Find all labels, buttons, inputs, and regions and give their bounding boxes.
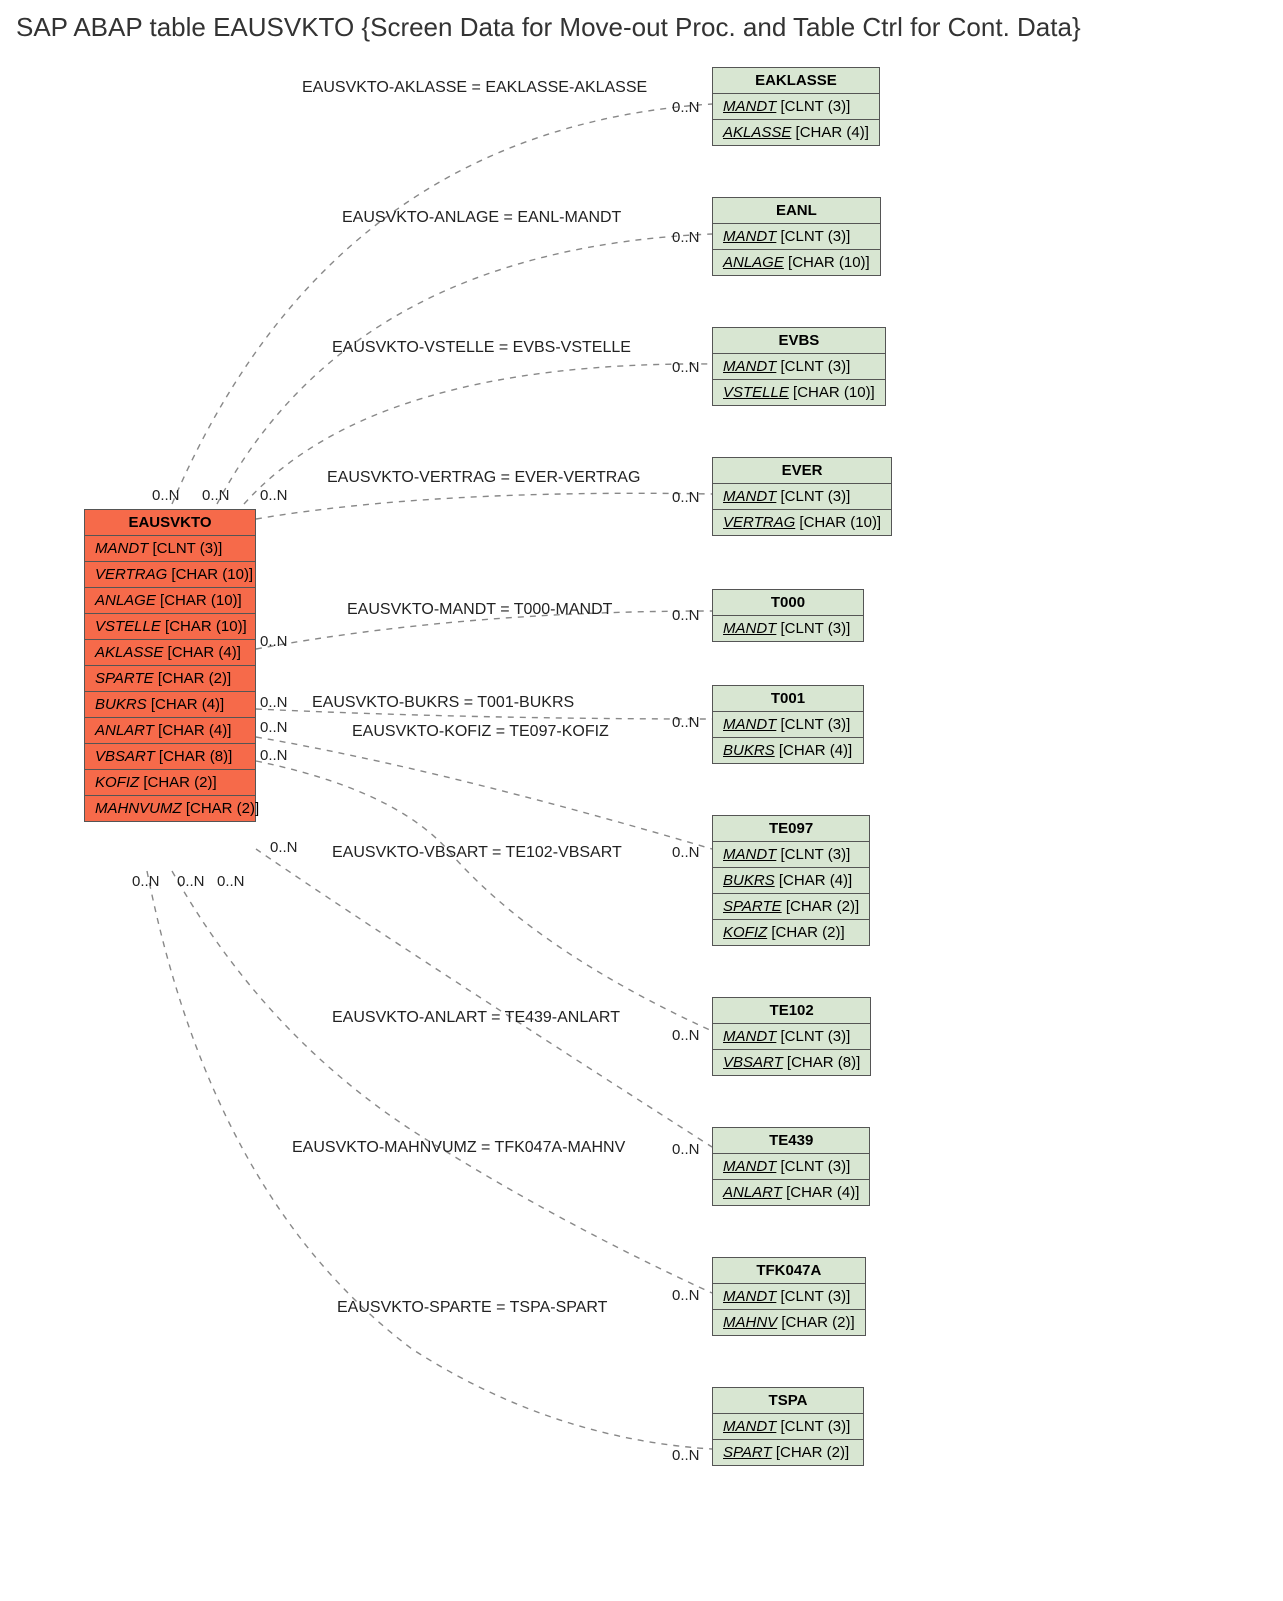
field-row: MANDT [CLNT (3)] [713,1154,869,1180]
cardinality-label: 0..N [217,873,245,890]
cardinality-label: 0..N [260,487,288,504]
join-condition-label: EAUSVKTO-SPARTE = TSPA-SPART [337,1299,607,1317]
table-title: TFK047A [713,1258,865,1284]
field-row: MANDT [CLNT (3)] [713,1414,863,1440]
table-title: EAKLASSE [713,68,879,94]
cardinality-label: 0..N [260,719,288,736]
cardinality-label: 0..N [672,714,700,731]
cardinality-label: 0..N [132,873,160,890]
field-row: MAHNVUMZ [CHAR (2)] [85,796,255,821]
field-row: KOFIZ [CHAR (2)] [85,770,255,796]
table-t001: T001MANDT [CLNT (3)]BUKRS [CHAR (4)] [712,685,864,764]
table-eaklasse: EAKLASSEMANDT [CLNT (3)]AKLASSE [CHAR (4… [712,67,880,146]
join-condition-label: EAUSVKTO-MAHNVUMZ = TFK047A-MAHNV [292,1139,625,1157]
table-title: EANL [713,198,880,224]
table-title: EAUSVKTO [85,510,255,536]
join-condition-label: EAUSVKTO-ANLAGE = EANL-MANDT [342,209,621,227]
field-row: MANDT [CLNT (3)] [713,616,863,641]
join-condition-label: EAUSVKTO-VBSART = TE102-VBSART [332,844,622,862]
field-row: ANLART [CHAR (4)] [713,1180,869,1205]
cardinality-label: 0..N [672,1027,700,1044]
field-row: VBSART [CHAR (8)] [713,1050,870,1075]
er-diagram-canvas: EAUSVKTO MANDT [CLNT (3)]VERTRAG [CHAR (… [12,49,1271,1589]
cardinality-label: 0..N [672,1287,700,1304]
cardinality-label: 0..N [672,607,700,624]
field-row: SPARTE [CHAR (2)] [713,894,869,920]
table-t000: T000MANDT [CLNT (3)] [712,589,864,642]
cardinality-label: 0..N [672,1141,700,1158]
table-tfk047a: TFK047AMANDT [CLNT (3)]MAHNV [CHAR (2)] [712,1257,866,1336]
field-row: ANLART [CHAR (4)] [85,718,255,744]
field-row: BUKRS [CHAR (4)] [85,692,255,718]
join-condition-label: EAUSVKTO-BUKRS = T001-BUKRS [312,694,574,712]
field-row: AKLASSE [CHAR (4)] [713,120,879,145]
join-condition-label: EAUSVKTO-ANLART = TE439-ANLART [332,1009,620,1027]
field-row: VERTRAG [CHAR (10)] [85,562,255,588]
table-tspa: TSPAMANDT [CLNT (3)]SPART [CHAR (2)] [712,1387,864,1466]
cardinality-label: 0..N [672,359,700,376]
cardinality-label: 0..N [672,489,700,506]
table-title: EVBS [713,328,885,354]
table-eausvkto: EAUSVKTO MANDT [CLNT (3)]VERTRAG [CHAR (… [84,509,256,822]
field-row: MANDT [CLNT (3)] [713,842,869,868]
field-row: KOFIZ [CHAR (2)] [713,920,869,945]
table-title: TSPA [713,1388,863,1414]
field-row: SPART [CHAR (2)] [713,1440,863,1465]
table-ever: EVERMANDT [CLNT (3)]VERTRAG [CHAR (10)] [712,457,892,536]
field-row: VSTELLE [CHAR (10)] [713,380,885,405]
cardinality-label: 0..N [177,873,205,890]
cardinality-label: 0..N [672,844,700,861]
field-row: BUKRS [CHAR (4)] [713,868,869,894]
field-row: MANDT [CLNT (3)] [713,354,885,380]
page-title: SAP ABAP table EAUSVKTO {Screen Data for… [16,12,1271,43]
cardinality-label: 0..N [672,1447,700,1464]
field-row: VERTRAG [CHAR (10)] [713,510,891,535]
field-row: MANDT [CLNT (3)] [713,484,891,510]
cardinality-label: 0..N [260,747,288,764]
field-row: MANDT [CLNT (3)] [713,1284,865,1310]
field-row: MAHNV [CHAR (2)] [713,1310,865,1335]
cardinality-label: 0..N [672,99,700,116]
table-title: TE439 [713,1128,869,1154]
field-row: SPARTE [CHAR (2)] [85,666,255,692]
join-condition-label: EAUSVKTO-VSTELLE = EVBS-VSTELLE [332,339,631,357]
table-te102: TE102MANDT [CLNT (3)]VBSART [CHAR (8)] [712,997,871,1076]
cardinality-label: 0..N [260,633,288,650]
table-title: T001 [713,686,863,712]
table-title: TE097 [713,816,869,842]
field-row: AKLASSE [CHAR (4)] [85,640,255,666]
field-row: MANDT [CLNT (3)] [713,712,863,738]
field-row: VBSART [CHAR (8)] [85,744,255,770]
join-condition-label: EAUSVKTO-AKLASSE = EAKLASSE-AKLASSE [302,79,647,97]
field-row: MANDT [CLNT (3)] [85,536,255,562]
join-condition-label: EAUSVKTO-KOFIZ = TE097-KOFIZ [352,723,609,741]
table-te097: TE097MANDT [CLNT (3)]BUKRS [CHAR (4)]SPA… [712,815,870,946]
field-row: VSTELLE [CHAR (10)] [85,614,255,640]
cardinality-label: 0..N [202,487,230,504]
cardinality-label: 0..N [270,839,298,856]
table-evbs: EVBSMANDT [CLNT (3)]VSTELLE [CHAR (10)] [712,327,886,406]
join-condition-label: EAUSVKTO-MANDT = T000-MANDT [347,601,612,619]
cardinality-label: 0..N [672,229,700,246]
field-row: ANLAGE [CHAR (10)] [713,250,880,275]
field-row: ANLAGE [CHAR (10)] [85,588,255,614]
join-condition-label: EAUSVKTO-VERTRAG = EVER-VERTRAG [327,469,640,487]
field-row: MANDT [CLNT (3)] [713,1024,870,1050]
cardinality-label: 0..N [152,487,180,504]
table-title: TE102 [713,998,870,1024]
table-title: T000 [713,590,863,616]
field-row: MANDT [CLNT (3)] [713,94,879,120]
table-eanl: EANLMANDT [CLNT (3)]ANLAGE [CHAR (10)] [712,197,881,276]
cardinality-label: 0..N [260,694,288,711]
table-te439: TE439MANDT [CLNT (3)]ANLART [CHAR (4)] [712,1127,870,1206]
table-title: EVER [713,458,891,484]
field-row: MANDT [CLNT (3)] [713,224,880,250]
field-row: BUKRS [CHAR (4)] [713,738,863,763]
